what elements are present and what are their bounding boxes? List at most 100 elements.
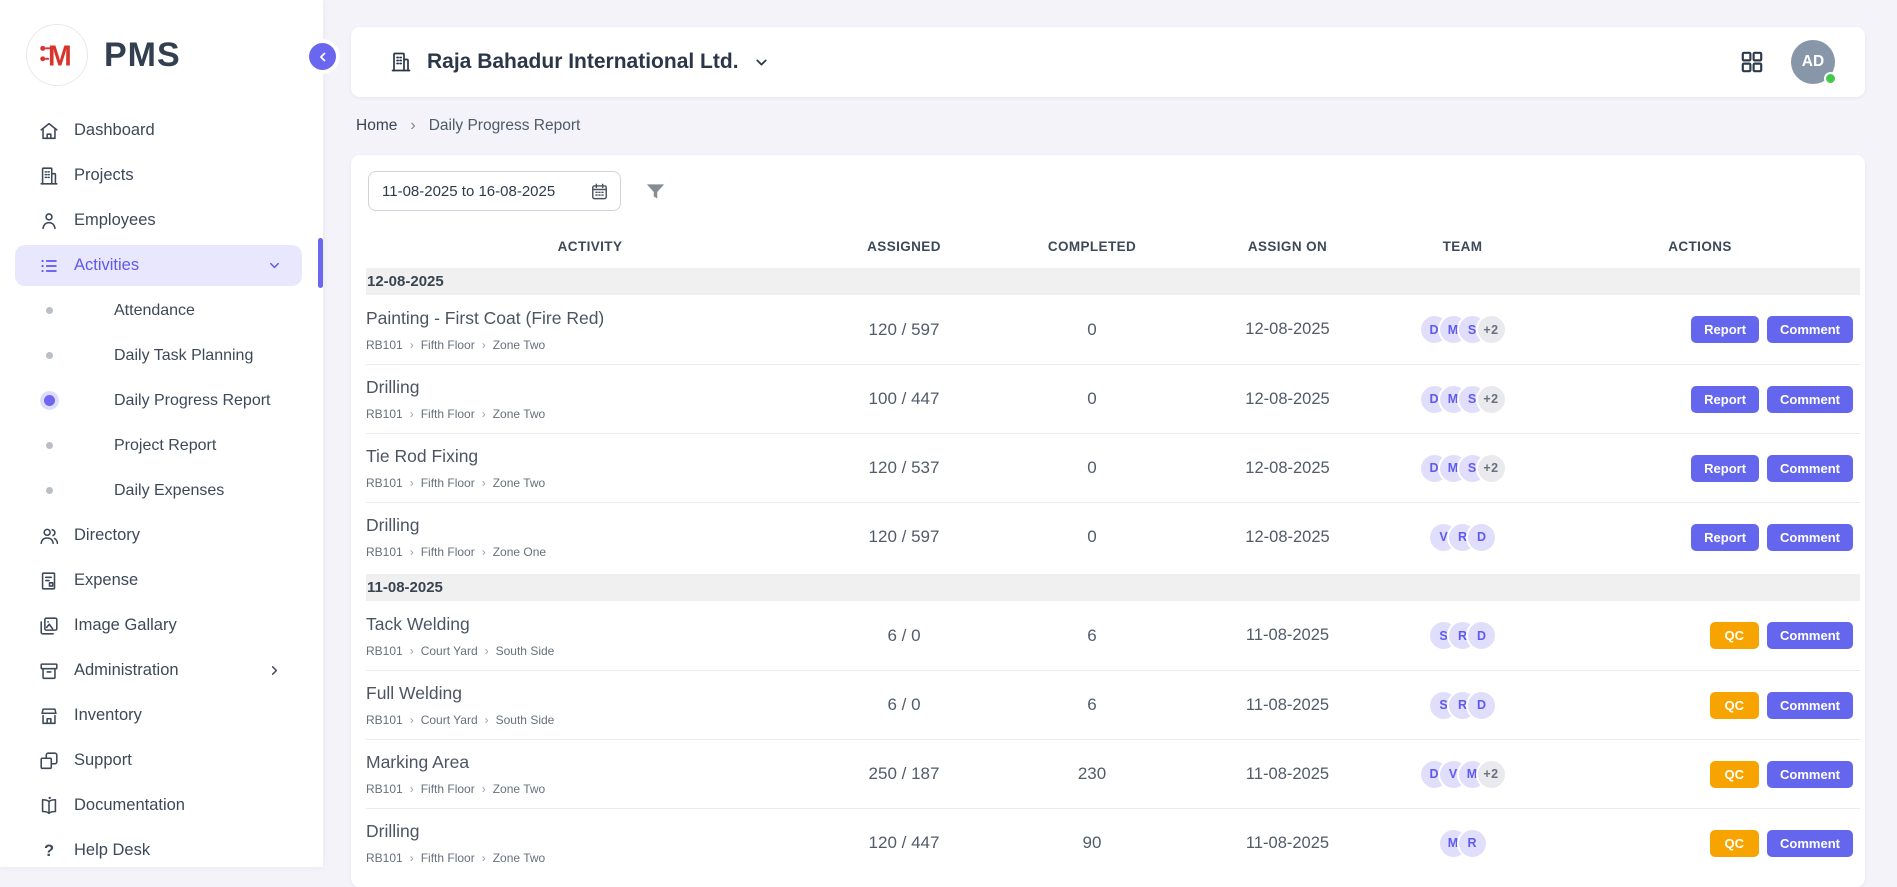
sidebar-item-inventory[interactable]: Inventory	[0, 693, 323, 738]
group-rows: Painting - First Coat (Fire Red) RB101 › Fi…	[366, 295, 1860, 571]
path-separator-icon: ›	[410, 476, 414, 490]
actions-cell: Report Comment	[1540, 316, 1860, 343]
team-avatar-more[interactable]: +2	[1478, 455, 1505, 482]
sidebar-nav: DashboardProjectsEmployeesActivitiesAtte…	[0, 108, 323, 873]
report-button[interactable]: Report	[1691, 316, 1759, 343]
qc-button[interactable]: QC	[1710, 692, 1760, 719]
sidebar-item-administration[interactable]: Administration	[0, 648, 323, 693]
comment-button[interactable]: Comment	[1767, 455, 1853, 482]
sidebar-item-activities[interactable]: Activities	[15, 245, 302, 286]
sidebar-item-label: Directory	[74, 526, 140, 545]
qc-button[interactable]: QC	[1710, 830, 1760, 857]
sidebar-subitem-attendance[interactable]: Attendance	[0, 288, 323, 333]
breadcrumb-home[interactable]: Home	[356, 117, 397, 135]
store-icon	[38, 705, 60, 727]
sidebar-subitem-label: Daily Progress Report	[114, 392, 271, 410]
path-separator-icon: ›	[410, 545, 414, 559]
report-button[interactable]: Report	[1691, 386, 1759, 413]
qc-button[interactable]: QC	[1710, 761, 1760, 788]
actions-cell: QC Comment	[1540, 692, 1860, 719]
activity-title: Tie Rod Fixing	[366, 446, 814, 467]
table-row: Marking AreaRB101›Fifth Floor›Zone Two25…	[366, 739, 1860, 808]
comment-button[interactable]: Comment	[1767, 830, 1853, 857]
completed-value: 0	[994, 458, 1190, 478]
comment-button[interactable]: Comment	[1767, 622, 1853, 649]
path-item: RB101	[366, 644, 403, 658]
sidebar-scrollbar-thumb[interactable]	[318, 238, 323, 288]
path-item: RB101	[366, 476, 403, 490]
chevron-down-icon	[753, 54, 770, 71]
gallery-icon	[38, 615, 60, 637]
activity-title: Painting - First Coat (Fire Red)	[366, 308, 814, 329]
filter-row: 11-08-2025 to 16-08-2025	[366, 171, 1860, 211]
path-item: Fifth Floor	[421, 407, 475, 421]
path-separator-icon: ›	[485, 713, 489, 727]
assign-on-value: 11-08-2025	[1190, 626, 1385, 645]
sidebar-item-directory[interactable]: Directory	[0, 513, 323, 558]
completed-value: 230	[994, 764, 1190, 784]
sidebar-item-image-gallary[interactable]: Image Gallary	[0, 603, 323, 648]
comment-button[interactable]: Comment	[1767, 386, 1853, 413]
table-row: DrillingRB101›Fifth Floor›Zone Two100 / …	[366, 364, 1860, 433]
sidebar-item-expense[interactable]: Expense	[0, 558, 323, 603]
sidebar-subitem-daily-task-planning[interactable]: Daily Task Planning	[0, 333, 323, 378]
sidebar-item-support[interactable]: Support	[0, 738, 323, 783]
bullet-icon	[38, 395, 60, 406]
filter-icon[interactable]	[644, 180, 667, 203]
sidebar-subitem-daily-progress-report[interactable]: Daily Progress Report	[0, 378, 323, 423]
path-item: Zone Two	[493, 476, 545, 490]
assign-on-value: 12-08-2025	[1190, 320, 1385, 339]
actions-cell: QC Comment	[1540, 830, 1860, 857]
team-cell: SRD	[1385, 622, 1540, 649]
completed-value: 6	[994, 695, 1190, 715]
sidebar-collapse-button[interactable]	[309, 43, 336, 70]
path-separator-icon: ›	[410, 713, 414, 727]
sidebar-item-projects[interactable]: Projects	[0, 153, 323, 198]
breadcrumb: Home › Daily Progress Report	[356, 117, 580, 135]
sidebar-item-help-desk[interactable]: ?Help Desk	[0, 828, 323, 873]
report-button[interactable]: Report	[1691, 524, 1759, 551]
user-avatar[interactable]: AD	[1791, 40, 1835, 84]
sidebar-item-employees[interactable]: Employees	[0, 198, 323, 243]
path-item: Court Yard	[421, 713, 478, 727]
path-item: Zone Two	[493, 851, 545, 865]
sidebar-subitem-daily-expenses[interactable]: Daily Expenses	[0, 468, 323, 513]
sidebar-item-dashboard[interactable]: Dashboard	[0, 108, 323, 153]
team-avatar-more[interactable]: +2	[1478, 386, 1505, 413]
activity-path: RB101›Fifth Floor›Zone Two	[366, 782, 814, 796]
actions-cell: QC Comment	[1540, 761, 1860, 788]
assign-on-value: 12-08-2025	[1190, 528, 1385, 547]
path-separator-icon: ›	[482, 851, 486, 865]
main-area: Raja Bahadur International Ltd. AD Home …	[323, 0, 1897, 867]
company-selector[interactable]: Raja Bahadur International Ltd.	[389, 50, 770, 74]
team-avatar-more[interactable]: +2	[1478, 761, 1505, 788]
comment-button[interactable]: Comment	[1767, 524, 1853, 551]
qc-button[interactable]: QC	[1710, 622, 1760, 649]
sidebar-subitem-project-report[interactable]: Project Report	[0, 423, 323, 468]
team-cell: DVM+2	[1385, 761, 1540, 788]
date-range-input[interactable]: 11-08-2025 to 16-08-2025	[368, 171, 621, 211]
table-row: Tie Rod FixingRB101›Fifth Floor›Zone Two…	[366, 433, 1860, 502]
sidebar-item-documentation[interactable]: Documentation	[0, 783, 323, 828]
date-range-value: 11-08-2025 to 16-08-2025	[382, 183, 555, 200]
comment-button[interactable]: Comment	[1767, 692, 1853, 719]
team-cell: SRD	[1385, 692, 1540, 719]
apps-grid-icon[interactable]	[1739, 49, 1765, 75]
sidebar-item-label: Help Desk	[74, 841, 150, 860]
table-row: Painting - First Coat (Fire Red)RB101›Fi…	[366, 295, 1860, 364]
sidebar-item-label: Image Gallary	[74, 616, 177, 635]
comment-button[interactable]: Comment	[1767, 316, 1853, 343]
team-avatar-more[interactable]: +2	[1478, 316, 1505, 343]
path-separator-icon: ›	[410, 338, 414, 352]
path-item: RB101	[366, 338, 403, 352]
activity-cell: DrillingRB101›Fifth Floor›Zone Two	[366, 821, 814, 865]
assign-on-value: 11-08-2025	[1190, 834, 1385, 853]
chevron-right-icon	[267, 663, 282, 678]
comment-button[interactable]: Comment	[1767, 761, 1853, 788]
assigned-value: 120 / 537	[814, 458, 994, 478]
activity-title: Drilling	[366, 377, 814, 398]
date-group-header: 11-08-2025	[366, 574, 1860, 601]
breadcrumb-current: Daily Progress Report	[429, 117, 581, 135]
activity-cell: Tack WeldingRB101›Court Yard›South Side	[366, 614, 814, 658]
report-button[interactable]: Report	[1691, 455, 1759, 482]
